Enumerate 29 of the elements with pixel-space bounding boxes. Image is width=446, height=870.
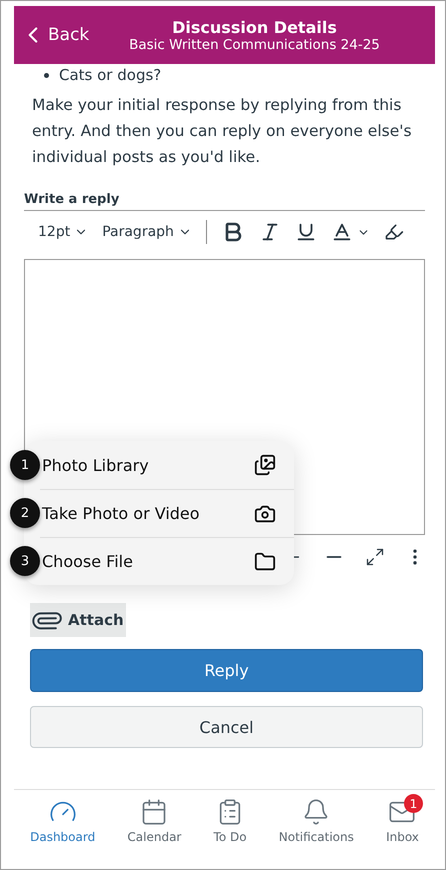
step-marker: 1 xyxy=(10,450,40,480)
font-size-dropdown[interactable]: 12pt xyxy=(38,224,88,240)
page-title: Discussion Details xyxy=(172,18,337,36)
highlighter-icon[interactable] xyxy=(384,222,404,242)
step-marker: 2 xyxy=(10,498,40,528)
discussion-text: Make your initial response by replying from this entry. And then you can reply on everyone else's individual posts as you'd like. xyxy=(32,95,413,168)
photos-icon xyxy=(254,454,276,476)
cancel-button[interactable]: Cancel xyxy=(30,706,423,748)
reply-button[interactable]: Reply xyxy=(30,649,423,692)
unread-badge: 1 xyxy=(404,794,423,813)
menu-item[interactable]: Choose File xyxy=(40,537,294,585)
menu-item[interactable]: Photo Library xyxy=(40,441,294,489)
tab-item[interactable]: Calendar xyxy=(127,798,182,869)
calendar-icon xyxy=(140,798,168,826)
block-style-dropdown[interactable]: Paragraph xyxy=(102,224,192,240)
bullet-dot xyxy=(44,72,49,78)
bell-icon xyxy=(302,798,330,826)
bullet-text: Cats or dogs? xyxy=(59,66,162,84)
menu-item[interactable]: Take Photo or Video xyxy=(40,489,294,537)
reply-label: Write a reply xyxy=(24,192,425,211)
folder-icon xyxy=(254,550,276,572)
attach-button[interactable]: Attach xyxy=(30,603,126,637)
tab-item[interactable]: To Do xyxy=(214,798,247,869)
expand-icon[interactable] xyxy=(365,547,385,567)
tab-item[interactable]: Notifications xyxy=(278,798,354,869)
step-marker: 3 xyxy=(10,546,40,576)
back-button[interactable]: Back xyxy=(14,22,90,48)
course-subtitle: Basic Written Communications 24-25 xyxy=(129,36,380,52)
tab-item[interactable]: Dashboard xyxy=(30,798,96,869)
